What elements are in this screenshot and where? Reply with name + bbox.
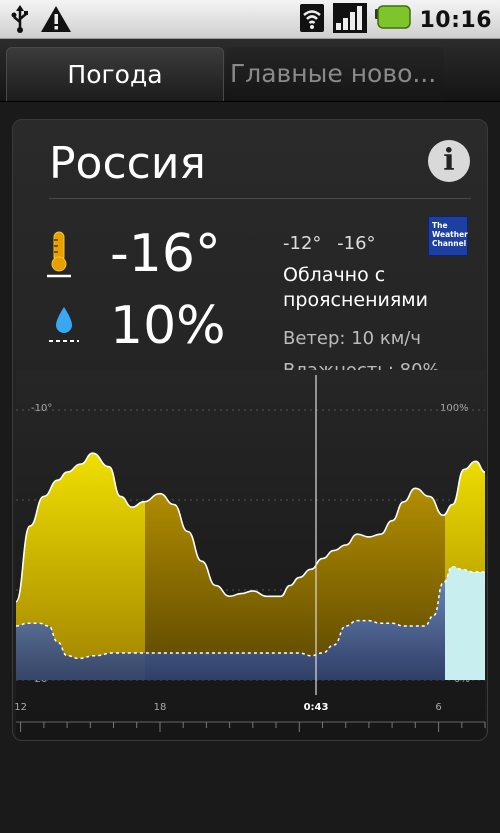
temp-high: -16° [337, 233, 376, 254]
wifi-icon [299, 3, 325, 37]
time-label: 0:43 [304, 702, 329, 713]
info-icon[interactable]: i [428, 140, 470, 182]
temp-range: -12° -16° [283, 233, 376, 254]
status-bar: 10:16 [0, 0, 500, 39]
temp-low: -12° [283, 233, 322, 254]
weather-condition: Облачно с прояснениями [283, 264, 428, 311]
status-time: 10:16 [419, 7, 492, 33]
wind-speed: Ветер: 10 км/ч [283, 328, 421, 349]
tab-weather[interactable]: Погода [6, 47, 224, 101]
forecast-chart: -10° -20° 100% 0% 12180:436 [14, 370, 486, 740]
raindrop-icon [49, 305, 79, 349]
tab-bar: Погода Главные ново... [0, 39, 500, 102]
time-label: 12 [14, 702, 27, 713]
signal-icon [333, 3, 368, 37]
weather-card[interactable]: Россия i -16° 10% -12° -16° Облачно с пр… [12, 119, 488, 741]
precipitation-value: 10% [110, 296, 226, 356]
time-label: 6 [435, 702, 441, 713]
tab-top-news[interactable]: Главные ново... [226, 47, 444, 101]
divider [49, 198, 471, 199]
current-temperature: -16° [110, 224, 221, 284]
usb-icon [10, 4, 30, 38]
left-axis-top-label: -10° [31, 403, 52, 414]
weather-channel-logo[interactable]: The Weather Channel [428, 216, 468, 256]
battery-icon [375, 5, 412, 35]
thermometer-icon [47, 230, 71, 282]
time-label: 18 [154, 702, 167, 713]
warning-icon [40, 4, 72, 38]
right-axis-top-label: 100% [440, 403, 469, 414]
location-title: Россия [49, 138, 206, 189]
